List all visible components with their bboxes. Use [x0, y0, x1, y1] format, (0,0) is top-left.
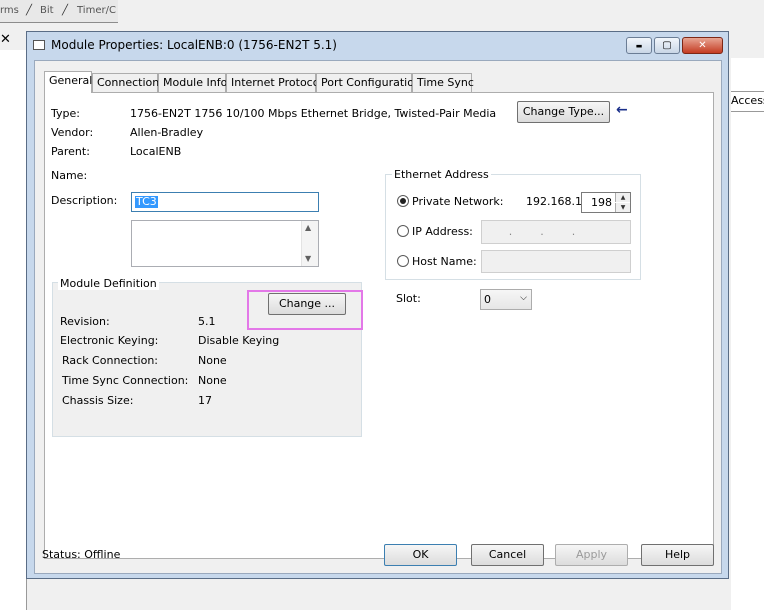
tab-internet-protocol[interactable]: Internet Protocol — [226, 73, 323, 92]
tab-connection[interactable]: Connection — [92, 73, 159, 92]
close-icon: ✕ — [698, 40, 707, 51]
private-network-octet-value: 198 — [591, 196, 612, 209]
parent-label: Parent: — [51, 145, 90, 158]
status-label: Status: Offline — [42, 548, 120, 561]
description-label: Description: — [51, 194, 118, 207]
module-definition-title: Module Definition — [58, 277, 159, 290]
scroll-down-icon[interactable]: ▼ — [305, 254, 311, 263]
description-scrollbar[interactable]: ▲ ▼ — [301, 221, 318, 266]
name-label: Name: — [51, 169, 88, 182]
module-properties-dialog: Module Properties: LocalENB:0 (1756-EN2T… — [26, 31, 729, 579]
ip-address-dots: ... — [508, 225, 604, 238]
minimize-icon: ▬ — [635, 42, 643, 50]
tab-separator-icon: ╱ — [26, 5, 33, 16]
slot-select[interactable]: 0 ⌵ — [480, 289, 532, 310]
electronic-keying-value: Disable Keying — [198, 334, 280, 347]
change-type-button[interactable]: Change Type... — [517, 101, 610, 123]
ethernet-address-title: Ethernet Address — [392, 168, 491, 181]
tab-port-configuration[interactable]: Port Configuration — [316, 73, 421, 92]
host-name-field[interactable] — [481, 250, 631, 273]
chassis-size-value: 17 — [198, 394, 212, 407]
dialog-client-area: General Connection Module Info Internet … — [34, 60, 722, 574]
host-name-label[interactable]: Host Name: — [412, 255, 477, 268]
window-title: Module Properties: LocalENB:0 (1756-EN2T… — [51, 38, 337, 52]
arrow-left-icon: ← — [616, 102, 628, 118]
background-tab-rms[interactable]: rms — [0, 5, 19, 16]
electronic-keying-label: Electronic Keying: — [60, 334, 159, 347]
private-network-label[interactable]: Private Network: — [412, 195, 503, 208]
background-tab-bit[interactable]: Bit — [40, 5, 54, 16]
description-textarea[interactable]: ▲ ▼ — [131, 220, 319, 267]
maximize-icon: ▢ — [662, 40, 672, 51]
tab-general[interactable]: General — [44, 71, 92, 93]
ok-button[interactable]: OK — [384, 544, 457, 566]
slot-value: 0 — [484, 293, 491, 306]
rack-connection-value: None — [198, 354, 227, 367]
time-sync-connection-value: None — [198, 374, 227, 387]
rack-connection-label: Rack Connection: — [62, 354, 159, 367]
revision-label: Revision: — [60, 315, 110, 328]
close-button[interactable]: ✕ — [682, 37, 723, 54]
status-caption: Status: — [42, 548, 81, 561]
title-bar[interactable]: Module Properties: LocalENB:0 (1756-EN2T… — [27, 32, 728, 60]
slot-label: Slot: — [396, 292, 421, 305]
host-name-radio[interactable] — [397, 255, 409, 267]
maximize-button[interactable]: ▢ — [654, 37, 680, 54]
ip-address-field[interactable]: ... — [481, 220, 631, 244]
general-tab-panel: Type: 1756-EN2T 1756 10/100 Mbps Etherne… — [44, 92, 714, 559]
background-tab-strip: rms ╱ Bit ╱ Timer/C — [0, 0, 118, 23]
minimize-button[interactable]: ▬ — [626, 37, 652, 54]
change-module-definition-button[interactable]: Change ... — [268, 293, 346, 315]
tab-separator-icon: ╱ — [62, 5, 69, 16]
background-column-header: Access — [731, 91, 764, 112]
name-input[interactable]: TC3 — [131, 192, 319, 212]
scroll-up-icon[interactable]: ▲ — [305, 223, 311, 232]
spin-up-icon[interactable]: ▲ — [615, 193, 630, 202]
spin-down-icon[interactable]: ▼ — [615, 203, 630, 212]
ip-address-radio[interactable] — [397, 225, 409, 237]
revision-value: 5.1 — [198, 315, 216, 328]
cancel-button[interactable]: Cancel — [471, 544, 544, 566]
private-network-prefix: 192.168.1. — [526, 195, 586, 208]
private-network-octet-spinner[interactable]: 198 ▲ ▼ — [581, 192, 631, 213]
apply-button[interactable]: Apply — [555, 544, 628, 566]
radio-selected-dot — [400, 198, 406, 204]
background-close-icon[interactable]: ✕ — [0, 32, 11, 47]
vendor-label: Vendor: — [51, 126, 94, 139]
tab-time-sync[interactable]: Time Sync — [412, 73, 474, 92]
background-left-pane — [0, 50, 27, 610]
background-right-pane — [731, 58, 764, 610]
parent-value: LocalENB — [130, 145, 182, 158]
status-value: Offline — [84, 548, 121, 561]
chevron-down-icon: ⌵ — [520, 293, 527, 303]
tab-module-info[interactable]: Module Info — [158, 73, 227, 92]
private-network-radio[interactable] — [397, 195, 409, 207]
type-label: Type: — [51, 107, 80, 120]
type-value: 1756-EN2T 1756 10/100 Mbps Ethernet Brid… — [130, 107, 497, 120]
chassis-size-label: Chassis Size: — [62, 394, 134, 407]
ip-address-label[interactable]: IP Address: — [412, 225, 473, 238]
window-icon — [33, 40, 45, 50]
name-value-selected: TC3 — [135, 195, 158, 208]
vendor-value: Allen-Bradley — [130, 126, 204, 139]
background-tab-timer[interactable]: Timer/C — [77, 5, 116, 16]
help-button[interactable]: Help — [641, 544, 714, 566]
time-sync-connection-label: Time Sync Connection: — [62, 374, 189, 387]
